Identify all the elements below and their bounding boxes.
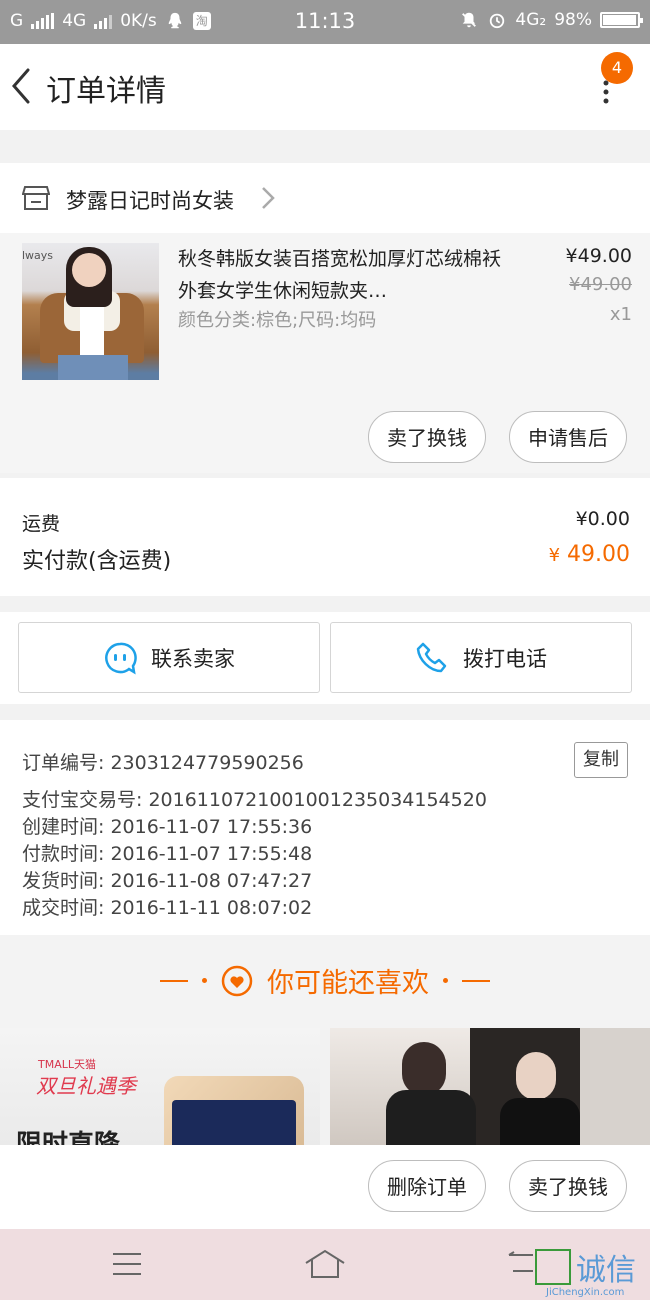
product-spec: 颜色分类:棕色;尺码:均码 — [178, 310, 377, 331]
order-info: 订单编号: 2303124779590256 复制 支付宝交易号: 201611… — [0, 720, 650, 935]
product-quantity: x1 — [609, 304, 632, 325]
product-thumbnail[interactable]: lways — [22, 243, 159, 380]
fee-summary: 运费 ¥0.00 实付款(含运费) ¥ 49.00 — [0, 478, 650, 596]
paid-time: 付款时间: 2016-11-07 17:55:48 — [22, 843, 313, 865]
more-menu-icon[interactable] — [600, 80, 612, 104]
call-phone-button[interactable]: 拨打电话 — [330, 622, 632, 693]
phone-screen — [172, 1100, 296, 1148]
shop-header[interactable]: 梦露日记时尚女装 — [0, 163, 650, 233]
divider-dot-left — [202, 978, 207, 983]
battery-label: 98% — [554, 10, 592, 30]
product-item[interactable]: lways 秋冬韩版女装百搭宽松加厚灯芯绒棉袄外套女学生休闲短款夹… 颜色分类:… — [0, 233, 650, 473]
call-phone-label: 拨打电话 — [463, 646, 547, 671]
sell-item-button[interactable]: 卖了换钱 — [368, 411, 486, 463]
home-icon[interactable] — [304, 1249, 346, 1279]
shipping-label: 运费 — [22, 513, 61, 535]
shop-icon — [22, 186, 50, 210]
recommend-card-1[interactable]: TMALL天猫 双旦礼遇季 限时直降 — [0, 1028, 320, 1148]
recommend-heading: 你可能还喜欢 — [0, 961, 650, 1000]
paid-amount: ¥ 49.00 — [549, 542, 630, 567]
status-bar: G 4G 0K/s 淘 11:13 4G₂ 98% — [0, 0, 650, 44]
bottom-action-bar: 删除订单 卖了换钱 — [0, 1145, 650, 1229]
card2-reflection-coat — [500, 1098, 580, 1148]
copy-button[interactable]: 复制 — [574, 742, 628, 778]
divider-right — [462, 979, 490, 982]
paid-currency: ¥ — [548, 545, 561, 566]
back-nav-icon[interactable] — [505, 1251, 535, 1277]
watermark-url: JiChengXin.com — [546, 1287, 625, 1298]
product-price: ¥49.00 — [565, 245, 632, 267]
system-nav-bar: 诚信 JiChengXin.com — [0, 1229, 650, 1300]
card1-promo: 双旦礼遇季 — [36, 1074, 136, 1098]
sell-item-bottom-button[interactable]: 卖了换钱 — [509, 1160, 627, 1212]
paid-label: 实付款(含运费) — [22, 549, 172, 574]
created-time: 创建时间: 2016-11-07 17:55:36 — [22, 816, 313, 838]
contact-section: 联系卖家 拨打电话 — [0, 612, 650, 704]
back-arrow-icon[interactable] — [8, 66, 34, 106]
watermark-text: 诚信 — [576, 1253, 636, 1288]
recommend-section: 你可能还喜欢 — [0, 935, 650, 1030]
phone-icon — [416, 642, 447, 672]
delete-order-button[interactable]: 删除订单 — [368, 1160, 486, 1212]
shop-name: 梦露日记时尚女装 — [66, 189, 234, 213]
recommend-card-2[interactable] — [330, 1028, 650, 1148]
mute-icon — [462, 12, 477, 28]
card2-person-hair — [402, 1042, 446, 1096]
divider-left — [160, 979, 188, 982]
product-original-price: ¥49.00 — [569, 274, 632, 295]
card2-reflection-face — [516, 1052, 556, 1100]
contact-seller-button[interactable]: 联系卖家 — [18, 622, 320, 693]
notification-badge: 4 — [601, 52, 633, 84]
network-right-label: 4G₂ — [515, 10, 547, 30]
chevron-right-icon — [262, 187, 275, 209]
chat-bubble-icon — [105, 642, 137, 674]
menu-icon[interactable] — [112, 1251, 142, 1277]
alipay-number: 支付宝交易号: 2016110721001001235034154520 — [22, 789, 487, 811]
order-number: 订单编号: 2303124779590256 — [22, 752, 304, 774]
shipping-value: ¥0.00 — [575, 508, 630, 530]
completed-time: 成交时间: 2016-11-11 08:07:02 — [22, 897, 313, 919]
product-title: 秋冬韩版女装百搭宽松加厚灯芯绒棉袄外套女学生休闲短款夹… — [178, 248, 502, 302]
thumbnail-text: lways — [22, 249, 54, 262]
status-right: 4G₂ 98% — [459, 10, 643, 30]
card2-person-coat — [386, 1090, 476, 1148]
page-title: 订单详情 — [46, 74, 166, 109]
divider-dot-right — [443, 978, 448, 983]
app-header: 订单详情 — [0, 44, 650, 130]
paid-value: 49.00 — [567, 542, 630, 567]
watermark-logo — [535, 1249, 571, 1285]
recommend-title: 你可能还喜欢 — [267, 968, 429, 999]
alarm-icon — [490, 13, 505, 29]
after-sale-button[interactable]: 申请售后 — [509, 411, 627, 463]
contact-seller-label: 联系卖家 — [151, 646, 235, 671]
shipped-time: 发货时间: 2016-11-08 07:47:27 — [22, 870, 313, 892]
battery-icon — [600, 12, 643, 28]
heart-icon — [221, 965, 253, 996]
